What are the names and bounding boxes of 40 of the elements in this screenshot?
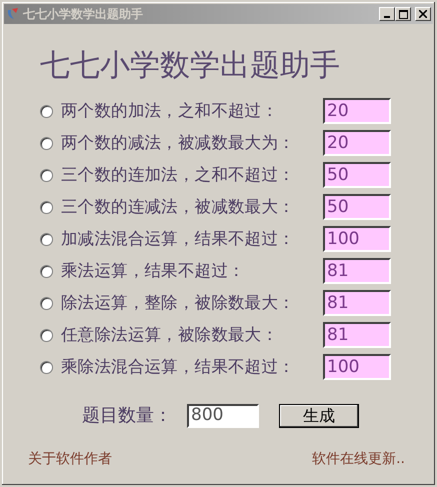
- option-label: 加减法混合运算，结果不超过：: [61, 228, 296, 250]
- option-label: 两个数的加法，之和不超过：: [61, 100, 280, 122]
- limit-field[interactable]: 81: [323, 258, 391, 284]
- app-icon: [6, 7, 20, 21]
- option-label: 三个数的连加法，之和不超过：: [61, 164, 296, 186]
- radio-button[interactable]: [40, 264, 53, 278]
- option-label: 两个数的减法，被减数最大为：: [61, 132, 296, 154]
- limit-field[interactable]: 20: [323, 130, 391, 156]
- limit-field[interactable]: 100: [323, 226, 391, 252]
- count-label: 题目数量：: [82, 404, 173, 428]
- minimize-button[interactable]: [379, 7, 395, 21]
- limit-field[interactable]: 81: [323, 290, 391, 316]
- radio-button[interactable]: [40, 168, 53, 182]
- radio-button[interactable]: [40, 328, 53, 342]
- radio-button[interactable]: [40, 136, 53, 150]
- limit-field[interactable]: 100: [323, 354, 391, 380]
- radio-button[interactable]: [40, 232, 53, 246]
- option-label: 乘除法混合运算，结果不超过：: [61, 356, 296, 378]
- limit-field[interactable]: 50: [323, 162, 391, 188]
- online-update-link[interactable]: 软件在线更新..: [312, 449, 405, 470]
- limit-field[interactable]: 20: [323, 98, 391, 124]
- close-icon: [419, 10, 427, 18]
- radio-button[interactable]: [40, 360, 53, 374]
- maximize-icon: [398, 10, 408, 18]
- option-label: 乘法运算，结果不超过：: [61, 260, 246, 282]
- maximize-button[interactable]: [395, 7, 411, 21]
- option-label: 除法运算，整除，被除数最大：: [61, 292, 296, 314]
- radio-button[interactable]: [40, 104, 53, 118]
- generate-button[interactable]: 生成: [279, 404, 359, 428]
- limit-field[interactable]: 50: [323, 194, 391, 220]
- option-label: 三个数的连减法，被减数最大：: [61, 196, 296, 218]
- app-heading: 七七小学数学出题助手: [40, 48, 341, 84]
- limit-field[interactable]: 81: [323, 322, 391, 348]
- radio-button[interactable]: [40, 200, 53, 214]
- about-author-link[interactable]: 关于软件作者: [28, 449, 112, 470]
- window-title: 七七小学数学出题助手: [23, 6, 143, 23]
- close-button[interactable]: [415, 7, 431, 21]
- radio-button[interactable]: [40, 296, 53, 310]
- option-label: 任意除法运算，被除数最大：: [61, 324, 280, 346]
- count-field[interactable]: 800: [187, 404, 259, 428]
